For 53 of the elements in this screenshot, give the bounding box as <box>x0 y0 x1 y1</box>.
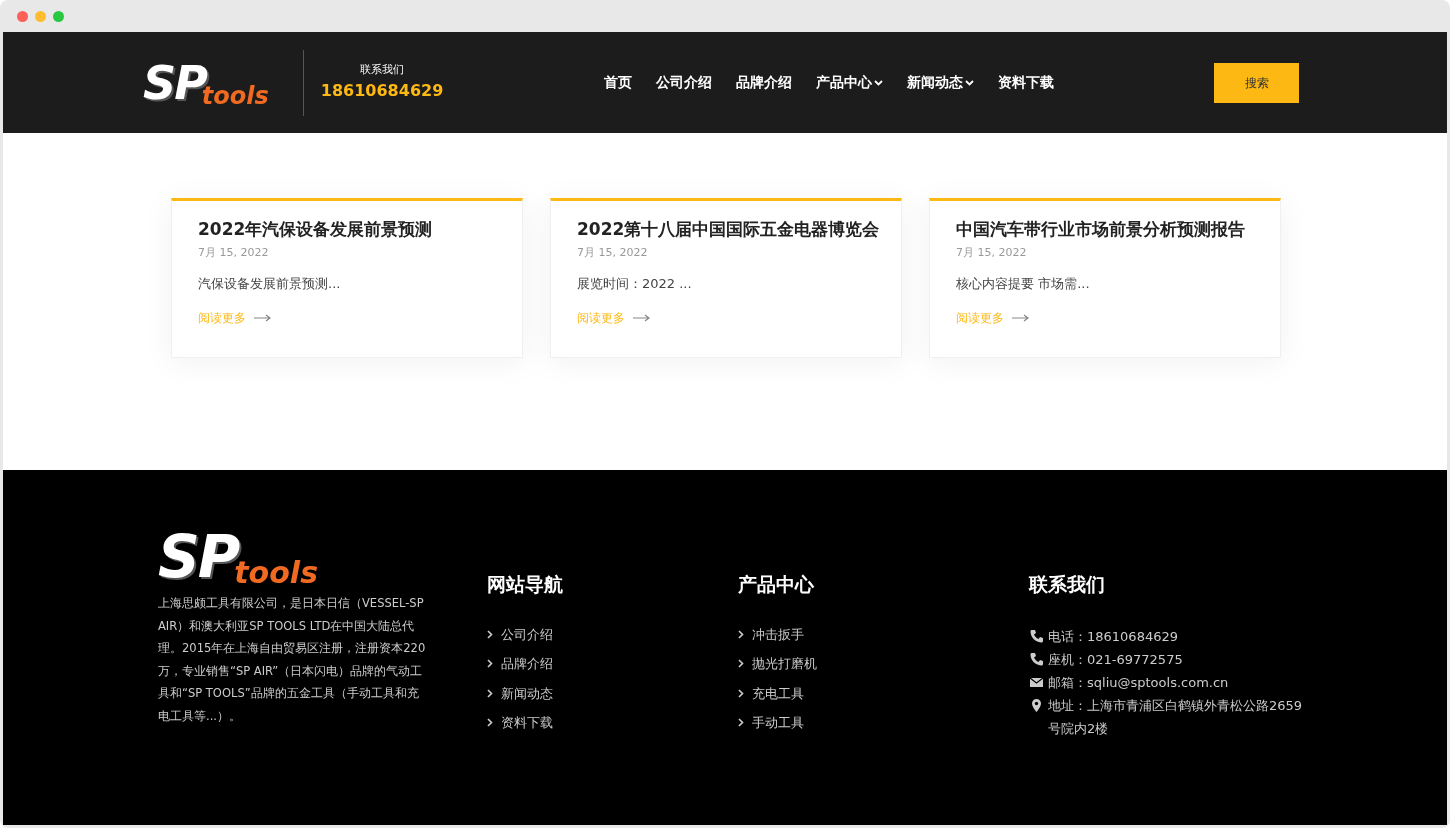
map-pin-icon <box>1029 697 1044 713</box>
chevron-right-icon <box>487 688 493 698</box>
footer-link[interactable]: 公司介绍 <box>501 624 553 644</box>
post-excerpt: 核心内容提要 市场需... <box>956 274 1091 293</box>
phone-icon <box>1029 651 1044 667</box>
close-dot-icon[interactable] <box>17 10 28 22</box>
nav-dropdown[interactable]: 产品中心 <box>803 72 895 93</box>
post-title[interactable]: 2022年汽保设备发展前景预测 <box>198 219 496 240</box>
nav-link[interactable]: 资料下载 <box>985 72 1066 93</box>
contact-info: 座机：021-69772575 <box>1048 650 1183 669</box>
contact-label: 联系我们 <box>360 62 405 79</box>
nav-dropdown[interactable]: 新闻动态 <box>894 72 986 93</box>
post-title[interactable]: 中国汽车带行业市场前景分析预测报告 <box>956 219 1254 240</box>
chevron-right-icon <box>487 659 493 669</box>
arrow-right-icon <box>254 314 272 323</box>
post-date: 7月 15, 2022 <box>577 245 649 262</box>
chevron-right-icon <box>738 629 744 639</box>
footer-logo: SPtools <box>158 528 318 586</box>
arrow-right-icon <box>633 314 651 323</box>
nav-link[interactable]: 公司介绍 <box>643 72 724 93</box>
chevron-right-icon <box>487 629 493 639</box>
chevron-down-icon <box>873 79 883 86</box>
contact-info: 邮箱：sqliu@sptools.com.cn <box>1048 673 1229 692</box>
chevron-down-icon <box>964 79 974 86</box>
minimize-dot-icon[interactable] <box>35 10 46 22</box>
footer-link[interactable]: 资料下载 <box>501 713 553 733</box>
phone-icon <box>1029 628 1044 644</box>
post-excerpt: 展览时间：2022 ... <box>577 274 693 293</box>
chevron-right-icon <box>738 688 744 698</box>
post-date: 7月 15, 2022 <box>956 245 1028 262</box>
company-description: 上海思颇工具有限公司，是日本日信（VESSEL-SP AIR）和澳大利亚SP TOOLS LTD在中国大陆总代理。2015年在上海自由贸易区注册，注册资本220万，专业销售“SP AIR”（日本闪电）品牌的气动工具和“SP TOOLS”品牌的五金工具（手动工具和充电工具等...）。 <box>158 595 427 725</box>
footer-link[interactable]: 充电工具 <box>752 683 804 703</box>
footer-heading: 联系我们 <box>1029 572 1106 597</box>
maximize-dot-icon[interactable] <box>53 10 64 22</box>
arrow-right-icon <box>1012 314 1030 323</box>
post-date: 7月 15, 2022 <box>198 245 270 262</box>
search-button[interactable]: 搜索 <box>1214 62 1299 103</box>
footer-link[interactable]: 冲击扳手 <box>752 624 804 644</box>
phone-number: 18610684629 <box>320 79 444 102</box>
footer-heading: 网站导航 <box>487 572 564 597</box>
nav-link[interactable]: 首页 <box>591 72 644 93</box>
post-excerpt: 汽保设备发展前景预测... <box>198 274 342 293</box>
chevron-right-icon <box>738 718 744 728</box>
contact-info: 电话：18610684629 <box>1048 627 1178 646</box>
chevron-right-icon <box>487 718 493 728</box>
footer-link[interactable]: 新闻动态 <box>501 683 553 703</box>
footer-link[interactable]: 抛光打磨机 <box>752 654 817 674</box>
contact-info: 地址：上海市青浦区白鹤镇外青松公路2659号院内2楼 <box>1048 696 1304 738</box>
footer-link[interactable]: 手动工具 <box>752 713 804 733</box>
nav-link[interactable]: 品牌介绍 <box>723 72 804 93</box>
footer-heading: 产品中心 <box>738 572 815 597</box>
chevron-right-icon <box>738 659 744 669</box>
footer-link[interactable]: 品牌介绍 <box>501 654 553 674</box>
